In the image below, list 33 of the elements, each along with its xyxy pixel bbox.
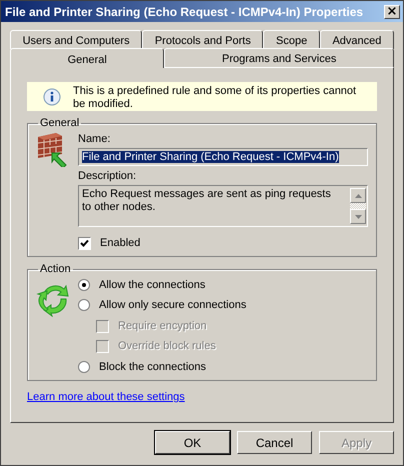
radio-button[interactable] [78, 279, 90, 291]
tab[interactable]: Programs and Services [164, 48, 394, 67]
checkbox-label: Enabled [100, 237, 140, 249]
window-title: File and Printer Sharing (Echo Request - ICMPv4-In) Properties [5, 4, 364, 18]
info-text: This is a predefined rule and some of its properties cannot be modified. [72, 85, 358, 111]
checkbox[interactable] [78, 236, 91, 250]
dialog-button[interactable]: OK [155, 431, 230, 454]
tab[interactable]: Users and Computers [10, 30, 142, 49]
group-title: Action [39, 263, 72, 275]
radio-label: Allow the connections [99, 279, 206, 291]
scroll-up-button[interactable] [350, 188, 366, 203]
group-title: General [39, 117, 80, 129]
tab[interactable]: Protocols and Ports [142, 30, 264, 49]
radio-label: Allow only secure connections [99, 299, 246, 311]
checkbox-label: Require encyption [118, 320, 207, 332]
tab[interactable]: Advanced [320, 30, 394, 49]
tab[interactable]: General [10, 48, 164, 68]
description-field[interactable]: Echo Request messages are sent as ping requests to other nodes. [78, 185, 368, 227]
radio-button[interactable] [78, 299, 90, 311]
radio-label: Block the connections [99, 361, 206, 373]
name-field[interactable]: File and Printer Sharing (Echo Request - ICMPv4-In) [78, 148, 368, 166]
dialog-button[interactable]: Cancel [237, 431, 312, 454]
radio-button[interactable] [78, 361, 90, 373]
checkbox-label: Override block rules [118, 340, 216, 352]
info-icon [43, 88, 61, 106]
field-label: Description: [78, 170, 138, 182]
up-arrow-icon [354, 194, 362, 198]
help-link[interactable]: Learn more about these settings [27, 391, 185, 403]
field-label: Name: [78, 133, 112, 145]
close-button[interactable]: × [384, 4, 400, 18]
tab[interactable]: Scope [263, 30, 320, 49]
down-arrow-icon [354, 214, 362, 218]
scroll-down-button[interactable] [350, 209, 366, 224]
